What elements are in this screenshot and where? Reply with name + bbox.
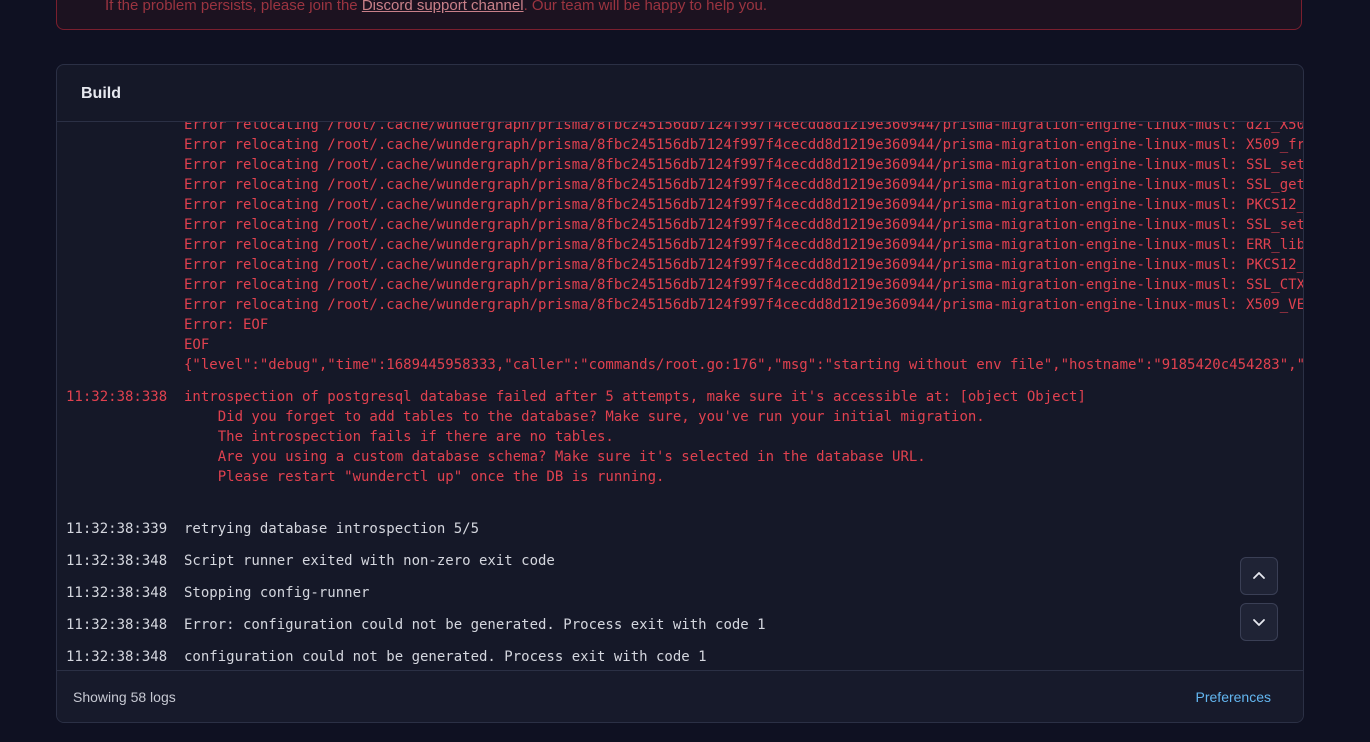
log-message: Error: configuration could not be genera… — [184, 617, 766, 633]
panel-header: Build — [57, 65, 1303, 122]
log-continuation-line: Error relocating /root/.cache/wundergrap… — [184, 197, 1303, 213]
log-continuation-line: EOF — [184, 337, 210, 353]
log-continuation-line: Error relocating /root/.cache/wundergrap… — [184, 177, 1303, 193]
log-continuation-line: Error relocating /root/.cache/wundergrap… — [184, 297, 1303, 313]
log-timestamp: 11:32:38:348 — [66, 649, 168, 665]
scroll-to-top-button[interactable] — [1240, 557, 1278, 595]
error-banner-suffix: . Our team will be happy to help you. — [523, 0, 768, 14]
log-timestamp: 11:32:38:348 — [66, 617, 168, 633]
log-timestamp: 11:32:38:338 — [66, 389, 168, 405]
discord-support-link[interactable]: Discord support channel — [362, 0, 524, 14]
chevron-up-icon — [1253, 572, 1265, 579]
log-continuation-line: {"level":"debug","time":1689445958333,"c… — [184, 357, 1303, 373]
log-continuation-line: Error: EOF — [184, 317, 269, 333]
log-continuation-line: Error relocating /root/.cache/wundergrap… — [184, 122, 1303, 133]
log-entry: 11:32:38:348 Error: configuration could n… — [66, 615, 766, 635]
log-entry: 11:32:38:348 Script runner exited with no… — [66, 551, 555, 571]
log-continuation-line: Error relocating /root/.cache/wundergrap… — [184, 137, 1303, 153]
log-detail-line: The introspection fails if there are no … — [184, 429, 614, 445]
log-message: introspection of postgresql database fai… — [184, 389, 1086, 405]
error-banner-prefix: If the problem persists, please join the — [105, 0, 362, 14]
error-banner-message: If the problem persists, please join the… — [105, 0, 767, 14]
log-timestamp: 11:32:38:348 — [66, 585, 168, 601]
log-timestamp: 11:32:38:339 — [66, 521, 168, 537]
log-timestamp: 11:32:38:348 — [66, 553, 168, 569]
log-message: Script runner exited with non-zero exit … — [184, 553, 555, 569]
log-entry-error: 11:32:38:338 introspection of postgresql … — [66, 387, 1086, 407]
log-message: configuration could not be generated. Pr… — [184, 649, 707, 665]
error-banner: If the problem persists, please join the… — [56, 0, 1302, 30]
log-detail-line: Are you using a custom database schema? … — [184, 449, 926, 465]
log-entry: 11:32:38:348 configuration could not be g… — [66, 647, 707, 667]
log-detail-line: Please restart "wunderctl up" once the D… — [184, 469, 665, 485]
build-log-panel: Build Error relocating /root/.cache/wund… — [56, 64, 1304, 723]
log-continuation-line: Error relocating /root/.cache/wundergrap… — [184, 157, 1303, 173]
chevron-down-icon — [1253, 619, 1265, 626]
scroll-to-bottom-button[interactable] — [1240, 603, 1278, 641]
log-entry: 11:32:38:348 Stopping config-runner — [66, 583, 369, 603]
log-continuation-line: Error relocating /root/.cache/wundergrap… — [184, 277, 1303, 293]
log-continuation-line: Error relocating /root/.cache/wundergrap… — [184, 257, 1303, 273]
log-entry: 11:32:38:339 retrying database introspect… — [66, 519, 479, 539]
panel-title: Build — [81, 85, 121, 102]
log-message: retrying database introspection 5/5 — [184, 521, 480, 537]
log-count: Showing 58 logs — [73, 689, 176, 705]
log-message: Stopping config-runner — [184, 585, 370, 601]
log-continuation-line: Error relocating /root/.cache/wundergrap… — [184, 217, 1303, 233]
log-viewer[interactable]: Error relocating /root/.cache/wundergrap… — [57, 122, 1303, 670]
log-continuation-line: Error relocating /root/.cache/wundergrap… — [184, 237, 1303, 253]
log-detail-line: Did you forget to add tables to the data… — [184, 409, 985, 425]
panel-footer: Showing 58 logs Preferences — [57, 670, 1303, 722]
preferences-link[interactable]: Preferences — [1196, 689, 1271, 705]
